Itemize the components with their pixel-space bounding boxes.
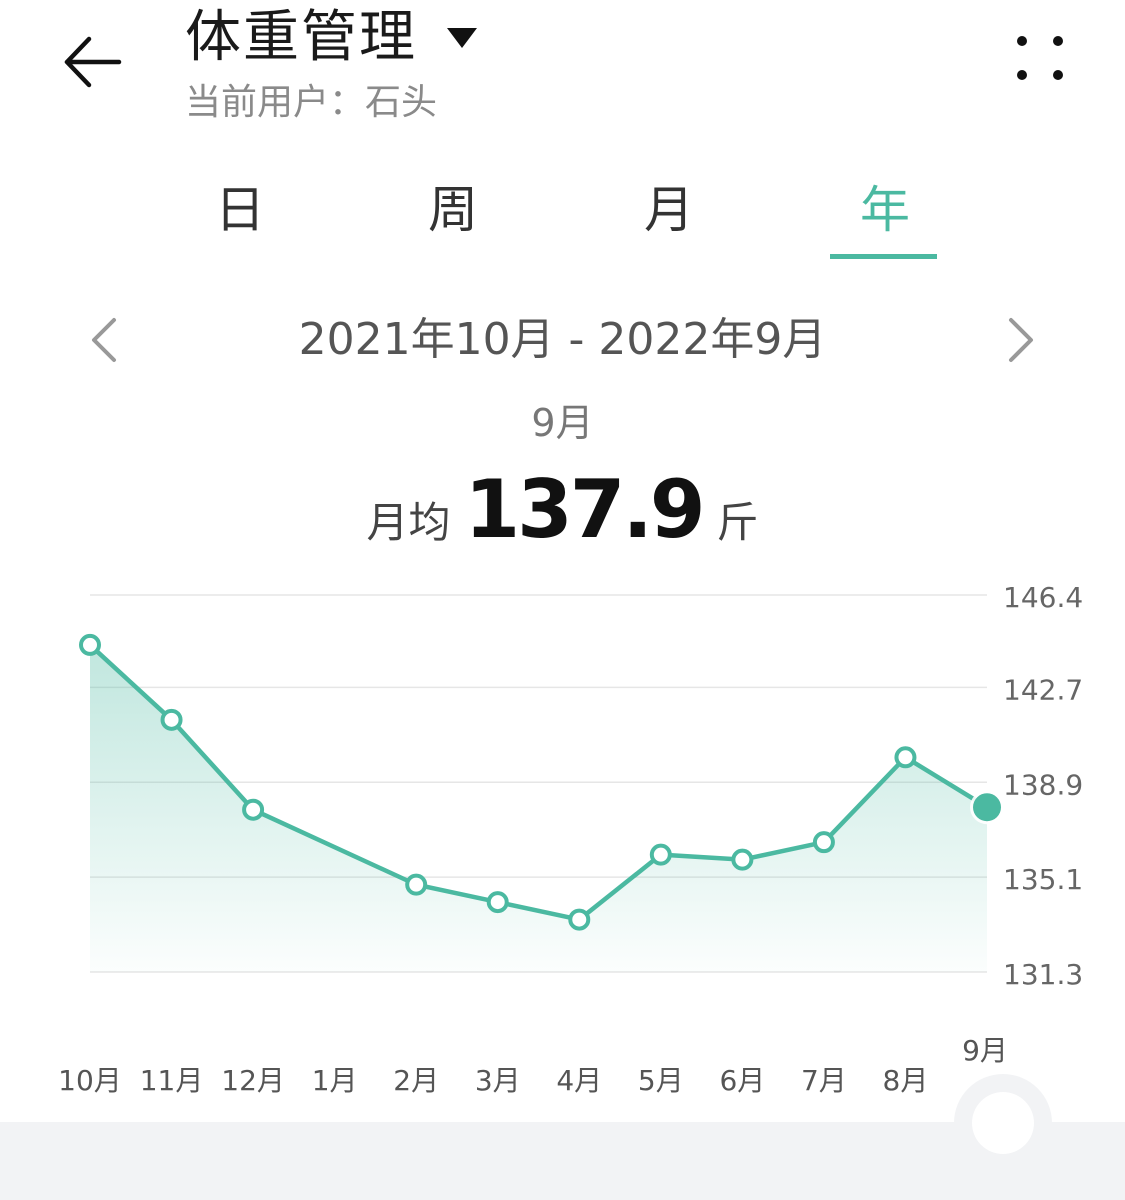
back-arrow-icon — [64, 36, 122, 88]
data-point[interactable] — [405, 873, 428, 896]
more-dot — [1053, 70, 1063, 80]
y-tick-label: 142.7 — [1003, 673, 1083, 706]
y-tick-label: 135.1 — [1003, 863, 1083, 896]
tab-week-label: 周 — [428, 181, 478, 239]
x-tick-label: 3月 — [475, 1064, 521, 1097]
data-point[interactable] — [568, 908, 591, 931]
period-tabs: 日 周 月 年 — [130, 170, 995, 265]
scroll-handle[interactable] — [972, 1092, 1034, 1154]
average-value: 137.9 — [464, 463, 705, 556]
more-dot — [1017, 70, 1027, 80]
x-tick-label: 9月 — [962, 1034, 1008, 1067]
x-tick-label: 4月 — [556, 1064, 602, 1097]
weight-trend-chart[interactable]: 146.4 142.7 138.9 135.1 131.3 10月 11月 12月 1月 2月 3月… — [0, 560, 1125, 1120]
header-title-block: 体重管理 当前用户：石头 — [185, 2, 477, 128]
weight-management-screen: 体重管理 当前用户：石头 日 周 月 年 2021年10月 - 2022年9月 … — [0, 0, 1125, 1200]
data-point[interactable] — [731, 848, 754, 871]
average-unit: 斤 — [716, 498, 759, 547]
x-tick-label: 11月 — [140, 1064, 204, 1097]
bottom-panel — [0, 1122, 1125, 1200]
y-tick-label: 146.4 — [1003, 581, 1083, 614]
data-point[interactable] — [649, 843, 672, 866]
more-dots-icon — [1017, 36, 1027, 46]
selected-month: 9月 — [531, 401, 594, 445]
tab-year-label: 年 — [860, 181, 910, 239]
next-range-button[interactable] — [995, 314, 1045, 366]
chevron-right-icon — [1009, 318, 1033, 362]
data-point[interactable] — [242, 798, 265, 821]
back-button[interactable] — [52, 22, 132, 102]
more-options-button[interactable] — [1000, 28, 1080, 92]
page-title: 体重管理 — [185, 5, 417, 70]
x-tick-label: 12月 — [221, 1064, 285, 1097]
area-fill — [90, 644, 987, 972]
monthly-average: 月均 137.9 斤 — [0, 460, 1125, 560]
x-tick-label: 1月 — [312, 1064, 358, 1097]
current-user-label: 当前用户：石头 — [185, 82, 438, 123]
x-tick-label: 2月 — [393, 1064, 439, 1097]
x-tick-label: 8月 — [883, 1064, 929, 1097]
more-dot — [1053, 36, 1063, 46]
title-dropdown[interactable]: 体重管理 — [185, 2, 477, 74]
tab-month-label: 月 — [644, 181, 694, 239]
active-tab-indicator — [830, 254, 937, 259]
data-point[interactable] — [812, 831, 835, 854]
data-point[interactable] — [160, 708, 183, 731]
average-label: 月均 — [366, 498, 451, 547]
tab-year[interactable]: 年 — [830, 170, 940, 265]
data-point[interactable] — [79, 633, 101, 656]
x-tick-label: 5月 — [638, 1064, 684, 1097]
tab-month[interactable]: 月 — [614, 170, 724, 265]
y-tick-label: 138.9 — [1003, 768, 1083, 801]
date-range-label: 2021年10月 - 2022年9月 — [298, 314, 827, 365]
x-tick-label: 7月 — [801, 1064, 847, 1097]
x-tick-label: 6月 — [719, 1064, 765, 1097]
data-point[interactable] — [486, 891, 509, 914]
data-point[interactable] — [894, 746, 917, 769]
date-range-selector: 2021年10月 - 2022年9月 — [0, 300, 1125, 380]
tab-week[interactable]: 周 — [398, 170, 508, 265]
caret-down-icon — [447, 28, 477, 48]
y-tick-label: 131.3 — [1003, 958, 1083, 991]
x-tick-label: 10月 — [58, 1064, 122, 1097]
tab-day[interactable]: 日 — [185, 170, 295, 265]
tab-day-label: 日 — [215, 181, 265, 239]
selected-data-point[interactable] — [973, 793, 1001, 822]
